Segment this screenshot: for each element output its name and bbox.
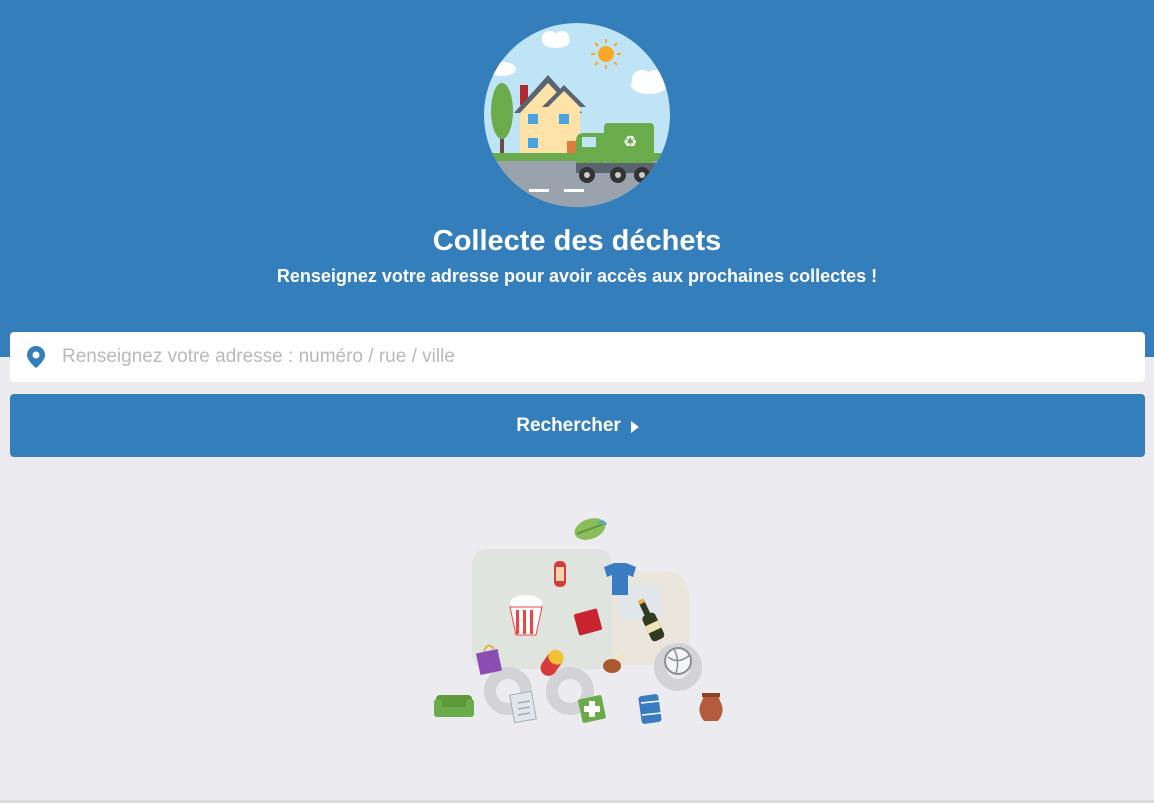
search-button[interactable]: Rechercher — [10, 394, 1145, 457]
address-input[interactable] — [62, 333, 1145, 381]
house-garbage-truck-illustration: ♻ — [484, 23, 670, 207]
svg-text:♻: ♻ — [623, 132, 637, 151]
truck-with-waste-items-illustration — [434, 518, 723, 724]
address-search-box — [10, 332, 1145, 382]
map-pin-icon — [10, 332, 62, 382]
search-button-label: Rechercher — [516, 414, 621, 436]
page-subtitle: Renseignez votre adresse pour avoir accè… — [276, 266, 878, 286]
caret-right-icon — [630, 420, 639, 433]
page-title: Collecte des déchets — [432, 225, 722, 257]
hero-banner: ♻ Collecte des déchets Renseignez votre … — [0, 0, 1154, 357]
